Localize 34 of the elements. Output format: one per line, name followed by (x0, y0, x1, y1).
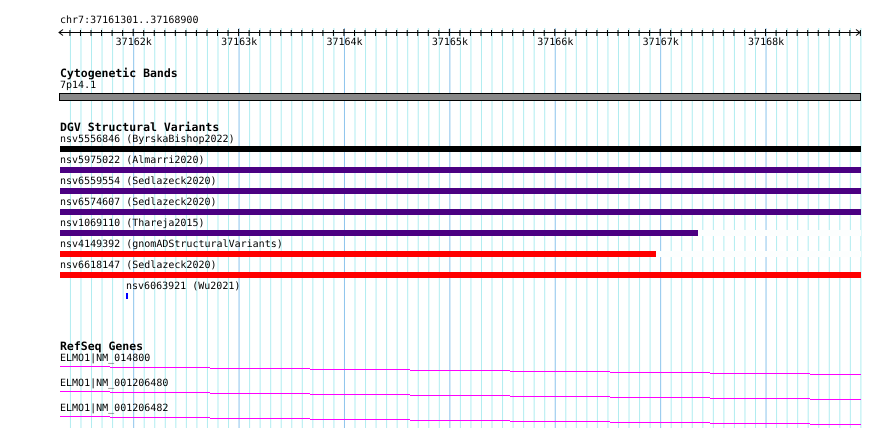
gene-line[interactable] (60, 366, 861, 377)
variant-bar[interactable] (60, 209, 861, 215)
variant-bar[interactable] (60, 230, 698, 236)
track-title: DGV Structural Variants (60, 121, 220, 134)
gene-line[interactable] (60, 416, 861, 427)
gene-label[interactable]: ELMO1|NM_014800 (60, 353, 150, 365)
variant-label[interactable]: nsv5975022 (Almarri2020) (60, 155, 204, 167)
tick-label: 37168k (748, 37, 784, 49)
variant-bar[interactable] (60, 188, 861, 194)
variant-bar[interactable] (60, 146, 861, 152)
tick-label: 37166k (537, 37, 574, 49)
variant-label[interactable]: nsv6063921 (Wu2021) (126, 281, 240, 293)
track-title: RefSeq Genes (60, 340, 144, 353)
gene-label[interactable]: ELMO1|NM_001206482 (60, 403, 168, 415)
variant-bar[interactable] (60, 251, 656, 257)
track-title: Cytogenetic Bands (60, 67, 179, 80)
gene-line[interactable] (60, 391, 861, 402)
variant-label[interactable]: nsv4149392 (gnomADStructuralVariants) (60, 239, 283, 251)
variant-label[interactable]: nsv5556846 (ByrskaBishop2022) (60, 134, 235, 146)
band-label: 7p14.1 (60, 80, 96, 92)
variant-bar[interactable] (60, 167, 861, 173)
variant-label[interactable]: nsv1069110 (Thareja2015) (60, 218, 204, 230)
variant-label[interactable]: nsv6574607 (Sedlazeck2020) (60, 197, 217, 209)
variant-label[interactable]: nsv6559554 (Sedlazeck2020) (60, 176, 217, 188)
tick-label: 37162k (116, 37, 152, 49)
gene-label[interactable]: ELMO1|NM_001206480 (60, 378, 168, 390)
variant-bar[interactable] (60, 272, 861, 278)
location-label: chr7:37161301..37168900 (60, 14, 200, 28)
variant-label[interactable]: nsv6618147 (Sedlazeck2020) (60, 260, 217, 272)
tick-label: 37163k (221, 37, 258, 49)
variant-marker[interactable] (126, 293, 128, 299)
tick-label: 37165k (432, 37, 468, 49)
tick-label: 37167k (642, 37, 679, 49)
tick-label: 37164k (326, 37, 363, 49)
